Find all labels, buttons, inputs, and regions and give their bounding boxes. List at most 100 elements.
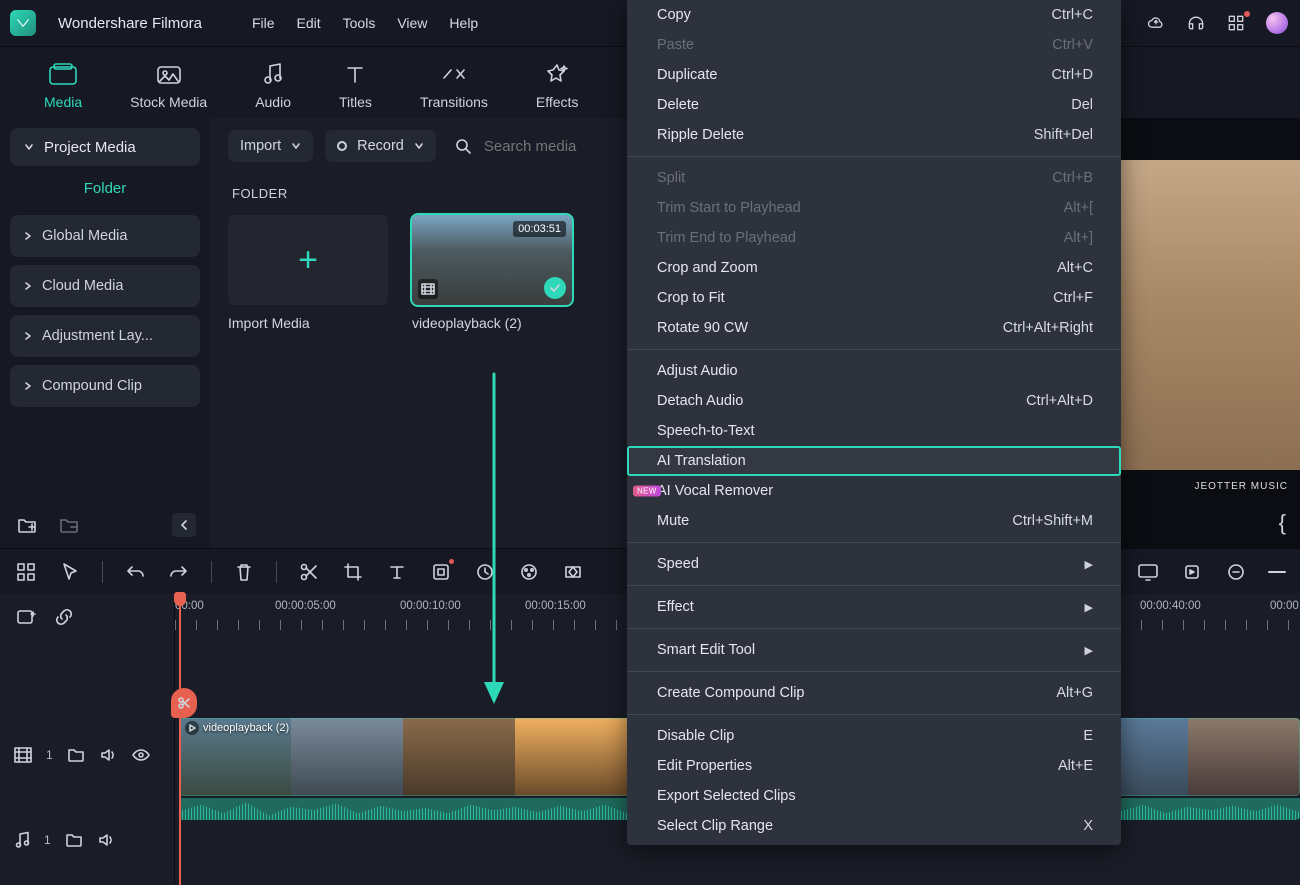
sidebar-collapse-button[interactable] [172, 513, 196, 537]
redo-icon[interactable] [167, 560, 191, 584]
ctx-item-copy[interactable]: CopyCtrl+C [627, 0, 1121, 30]
chevron-right-icon [24, 381, 32, 391]
marker-icon[interactable] [1180, 560, 1204, 584]
link-icon[interactable] [52, 605, 76, 629]
folder-icon[interactable] [65, 832, 83, 848]
ctx-shortcut: Alt+E [1058, 758, 1093, 774]
brace-icon[interactable]: { [1279, 510, 1286, 536]
tab-media[interactable]: Media [44, 60, 82, 110]
text-icon[interactable] [385, 560, 409, 584]
sidebar-item-adjustment-layer[interactable]: Adjustment Lay... [10, 315, 200, 357]
ctx-item-detach-audio[interactable]: Detach AudioCtrl+Alt+D [627, 386, 1121, 416]
ctx-item-label: Paste [657, 37, 694, 53]
split-icon[interactable] [297, 560, 321, 584]
zoom-slider-handle[interactable] [1268, 560, 1286, 584]
ctx-item-select-clip-range[interactable]: Select Clip RangeX [627, 811, 1121, 841]
eye-icon[interactable] [131, 748, 151, 762]
speaker-icon[interactable] [97, 832, 115, 848]
layout-icon[interactable] [14, 560, 38, 584]
sidebar-item-compound-clip[interactable]: Compound Clip [10, 365, 200, 407]
ctx-separator [627, 714, 1121, 715]
sidebar-folder-heading[interactable]: Folder [10, 166, 200, 207]
import-media-card[interactable]: + Import Media [228, 215, 388, 331]
ctx-item-ai-translation[interactable]: AI Translation [627, 446, 1121, 476]
media-clip-card[interactable]: 00:03:51 videoplayback (2) [412, 215, 572, 331]
delete-folder-icon[interactable] [56, 512, 82, 538]
ctx-item-effect[interactable]: Effect▶ [627, 592, 1121, 622]
ctx-item-speed[interactable]: Speed▶ [627, 549, 1121, 579]
grid-icon[interactable] [1226, 13, 1246, 33]
zoom-out-icon[interactable] [1224, 560, 1248, 584]
fit-screen-icon[interactable] [1136, 560, 1160, 584]
ctx-shortcut: Alt+[ [1064, 200, 1093, 216]
menu-help[interactable]: Help [449, 15, 478, 31]
menu-edit[interactable]: Edit [297, 15, 321, 31]
tab-titles[interactable]: Titles [339, 60, 372, 110]
ctx-item-edit-properties[interactable]: Edit Properties Alt+E [627, 751, 1121, 781]
crop-zoom-icon[interactable] [429, 560, 453, 584]
crop-icon[interactable] [341, 560, 365, 584]
clip-play-icon [185, 721, 199, 735]
speaker-icon[interactable] [99, 747, 117, 763]
ctx-item-label: Edit Properties [657, 758, 752, 774]
ctx-shortcut: X [1083, 818, 1093, 834]
ctx-shortcut: Ctrl+F [1053, 290, 1093, 306]
chevron-right-icon: ▶ [1085, 558, 1093, 571]
cloud-icon[interactable] [1146, 13, 1166, 33]
sidebar-item-cloud-media[interactable]: Cloud Media [10, 265, 200, 307]
speed-icon[interactable] [473, 560, 497, 584]
undo-icon[interactable] [123, 560, 147, 584]
new-folder-icon[interactable] [14, 512, 40, 538]
ctx-item-delete[interactable]: DeleteDel [627, 90, 1121, 120]
headset-icon[interactable] [1186, 13, 1206, 33]
app-logo-icon [10, 10, 36, 36]
folder-icon[interactable] [67, 747, 85, 763]
ctx-item-create-compound-clip[interactable]: Create Compound ClipAlt+G [627, 678, 1121, 708]
ctx-item-disable-clip[interactable]: Disable ClipE [627, 721, 1121, 751]
menu-file[interactable]: File [252, 15, 275, 31]
ctx-item-mute[interactable]: MuteCtrl+Shift+M [627, 506, 1121, 536]
tab-stock-media[interactable]: Stock Media [130, 60, 207, 110]
record-button[interactable]: Record [325, 130, 436, 162]
ctx-item-ripple-delete[interactable]: Ripple DeleteShift+Del [627, 120, 1121, 150]
tab-effects[interactable]: Effects [536, 60, 579, 110]
search-input[interactable] [482, 137, 622, 156]
ctx-item-crop-to-fit[interactable]: Crop to FitCtrl+F [627, 283, 1121, 313]
import-button[interactable]: Import [228, 130, 313, 162]
import-media-thumb[interactable]: + [228, 215, 388, 305]
tab-transitions[interactable]: Transitions [420, 60, 488, 110]
menu-tools[interactable]: Tools [343, 15, 376, 31]
delete-icon[interactable] [232, 560, 256, 584]
split-bubble-icon[interactable] [171, 688, 197, 718]
ctx-item-speech-to-text[interactable]: Speech-to-Text [627, 416, 1121, 446]
add-track-icon[interactable] [14, 605, 38, 629]
ctx-item-label: Speech-to-Text [657, 423, 755, 439]
user-avatar[interactable] [1266, 12, 1288, 34]
ctx-separator [627, 585, 1121, 586]
menu-view[interactable]: View [397, 15, 427, 31]
ctx-item-duplicate[interactable]: DuplicateCtrl+D [627, 60, 1121, 90]
search-wrap[interactable] [454, 137, 622, 156]
ctx-item-crop-and-zoom[interactable]: Crop and ZoomAlt+C [627, 253, 1121, 283]
media-clip-thumb[interactable]: 00:03:51 [412, 215, 572, 305]
ctx-item-label: Effect [657, 599, 694, 615]
media-clip-label: videoplayback (2) [412, 315, 572, 331]
tab-audio[interactable]: Audio [255, 60, 291, 110]
keyframe-tool-icon[interactable] [561, 560, 585, 584]
color-icon[interactable] [517, 560, 541, 584]
ctx-item-export-selected-clips[interactable]: Export Selected Clips [627, 781, 1121, 811]
context-menu[interactable]: CopyCtrl+CPasteCtrl+VDuplicateCtrl+DDele… [627, 0, 1121, 845]
music-note-icon [14, 831, 30, 849]
video-clip-label: videoplayback (2) [203, 722, 289, 734]
sidebar-item-global-media[interactable]: Global Media [10, 215, 200, 257]
cursor-icon[interactable] [58, 560, 82, 584]
ctx-item-adjust-audio[interactable]: Adjust Audio [627, 356, 1121, 386]
sidebar-item-label: Global Media [42, 228, 127, 244]
ctx-item-rotate-90-cw[interactable]: Rotate 90 CWCtrl+Alt+Right [627, 313, 1121, 343]
ctx-item-ai-vocal-remover[interactable]: NEWAI Vocal Remover [627, 476, 1121, 506]
ctx-item-label: Duplicate [657, 67, 717, 83]
sidebar-project-media[interactable]: Project Media [10, 128, 200, 166]
import-button-label: Import [240, 138, 281, 154]
ctx-item-smart-edit-tool[interactable]: Smart Edit Tool▶ [627, 635, 1121, 665]
playhead[interactable] [179, 594, 181, 885]
